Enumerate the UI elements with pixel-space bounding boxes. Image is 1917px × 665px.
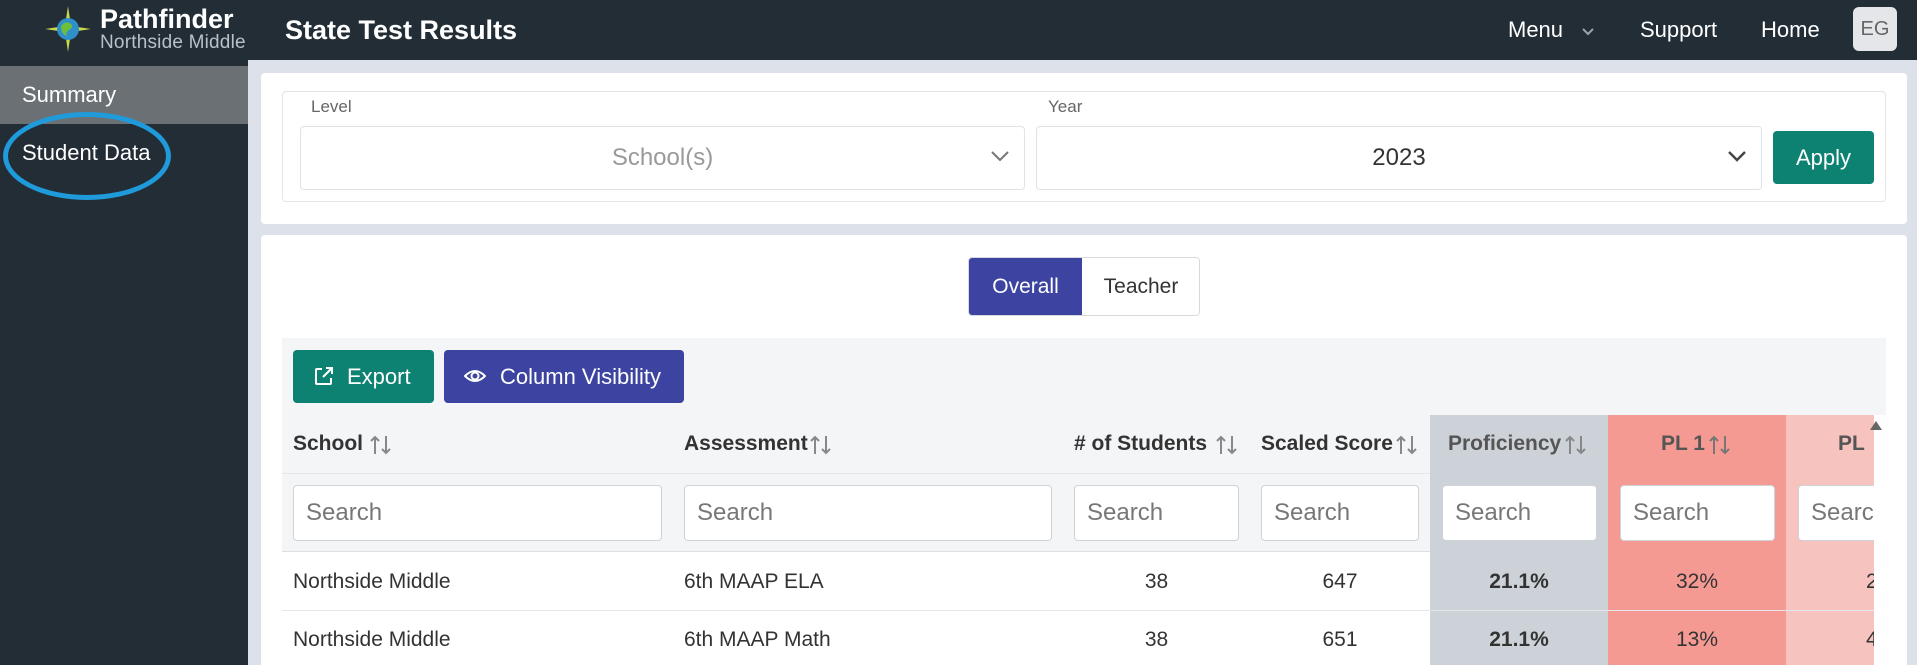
column-header-scaled-score[interactable]: Scaled Score — [1261, 415, 1429, 473]
avatar[interactable]: EG — [1853, 7, 1897, 51]
sidebar-item-student-data[interactable]: Student Data — [0, 124, 248, 182]
sidebar: Summary Student Data — [0, 60, 248, 665]
search-input-pl2[interactable]: Searc — [1798, 485, 1874, 541]
chevron-down-icon — [991, 151, 1009, 162]
cell-pl1: 13% — [1675, 628, 1719, 651]
cell-school: Northside Middle — [293, 570, 451, 593]
column-header-label: Assessment — [684, 432, 808, 455]
toggle-teacher[interactable]: Teacher — [1082, 258, 1199, 315]
search-input-scaled-score[interactable]: Search — [1261, 485, 1419, 541]
column-header-label: # of Students — [1074, 432, 1208, 455]
nav-support[interactable]: Support — [1640, 16, 1717, 44]
nav-menu[interactable]: Menu — [1508, 16, 1595, 44]
export-button[interactable]: Export — [293, 350, 434, 403]
year-select-value: 2023 — [1372, 144, 1426, 171]
year-select[interactable]: 2023 — [1036, 126, 1762, 190]
view-toggle: Overall Teacher — [968, 257, 1200, 316]
cell-assessment: 6th MAAP Math — [684, 628, 831, 651]
nav-menu-label: Menu — [1508, 17, 1564, 42]
column-visibility-label: Column Visibility — [500, 364, 661, 389]
cell-proficiency: 21.1% — [1489, 570, 1549, 593]
search-input-proficiency[interactable]: Search — [1442, 485, 1597, 541]
cell-students: 38 — [1144, 628, 1169, 651]
cell-pl1: 32% — [1675, 570, 1719, 593]
search-input-assessment[interactable]: Search — [684, 485, 1052, 541]
eye-icon — [464, 370, 486, 382]
nav-home[interactable]: Home — [1761, 16, 1820, 44]
top-bar: Pathfinder Northside Middle State Test R… — [0, 0, 1917, 60]
toggle-overall[interactable]: Overall — [969, 258, 1082, 315]
sort-icon — [370, 435, 391, 455]
column-header-label: Scaled Score — [1261, 432, 1393, 455]
apply-button[interactable]: Apply — [1773, 131, 1874, 184]
column-header-proficiency[interactable]: Proficiency — [1448, 415, 1608, 473]
brand-name: Pathfinder — [100, 4, 234, 34]
column-header-label: Proficiency — [1448, 432, 1562, 455]
level-select-placeholder: School(s) — [611, 144, 714, 171]
search-input-students[interactable]: Search — [1074, 485, 1239, 541]
chevron-down-icon — [1582, 28, 1594, 36]
column-header-students[interactable]: # of Students — [1074, 415, 1254, 473]
sort-icon — [1565, 435, 1586, 455]
cell-assessment: 6th MAAP ELA — [684, 570, 824, 593]
column-header-pl1[interactable]: PL 1 — [1661, 415, 1781, 473]
search-input-school[interactable]: Search — [293, 485, 662, 541]
year-label: Year — [1048, 97, 1083, 116]
column-header-school[interactable]: School — [293, 415, 673, 473]
export-label: Export — [347, 364, 411, 389]
column-header-label: School — [293, 432, 364, 455]
brand-school: Northside Middle — [100, 32, 246, 53]
table-scroll-gutter — [1874, 415, 1907, 665]
chevron-down-icon — [1728, 151, 1746, 162]
cell-proficiency: 21.1% — [1489, 628, 1549, 651]
level-label: Level — [311, 97, 352, 116]
cell-scaled-score: 647 — [1322, 570, 1358, 593]
page-title: State Test Results — [285, 15, 518, 45]
cell-students: 38 — [1144, 570, 1169, 593]
cell-scaled-score: 651 — [1322, 628, 1358, 651]
cell-pl2: 2 — [1866, 570, 1874, 593]
compass-logo-icon — [45, 6, 91, 52]
sort-icon — [1216, 435, 1237, 455]
sort-icon — [810, 435, 831, 455]
level-select[interactable]: School(s) — [300, 126, 1025, 190]
sort-icon — [1396, 435, 1417, 455]
column-visibility-button[interactable]: Column Visibility — [444, 350, 684, 403]
cell-pl2: 4 — [1866, 628, 1874, 651]
column-header-assessment[interactable]: Assessment — [684, 415, 1064, 473]
cell-school: Northside Middle — [293, 628, 451, 651]
external-link-icon — [315, 367, 333, 385]
sort-icon — [1709, 435, 1730, 455]
scroll-up-icon[interactable] — [1868, 418, 1884, 432]
column-header-label: PL 1 — [1661, 432, 1705, 455]
search-input-pl1[interactable]: Search — [1620, 485, 1775, 541]
sidebar-item-summary[interactable]: Summary — [0, 66, 248, 124]
